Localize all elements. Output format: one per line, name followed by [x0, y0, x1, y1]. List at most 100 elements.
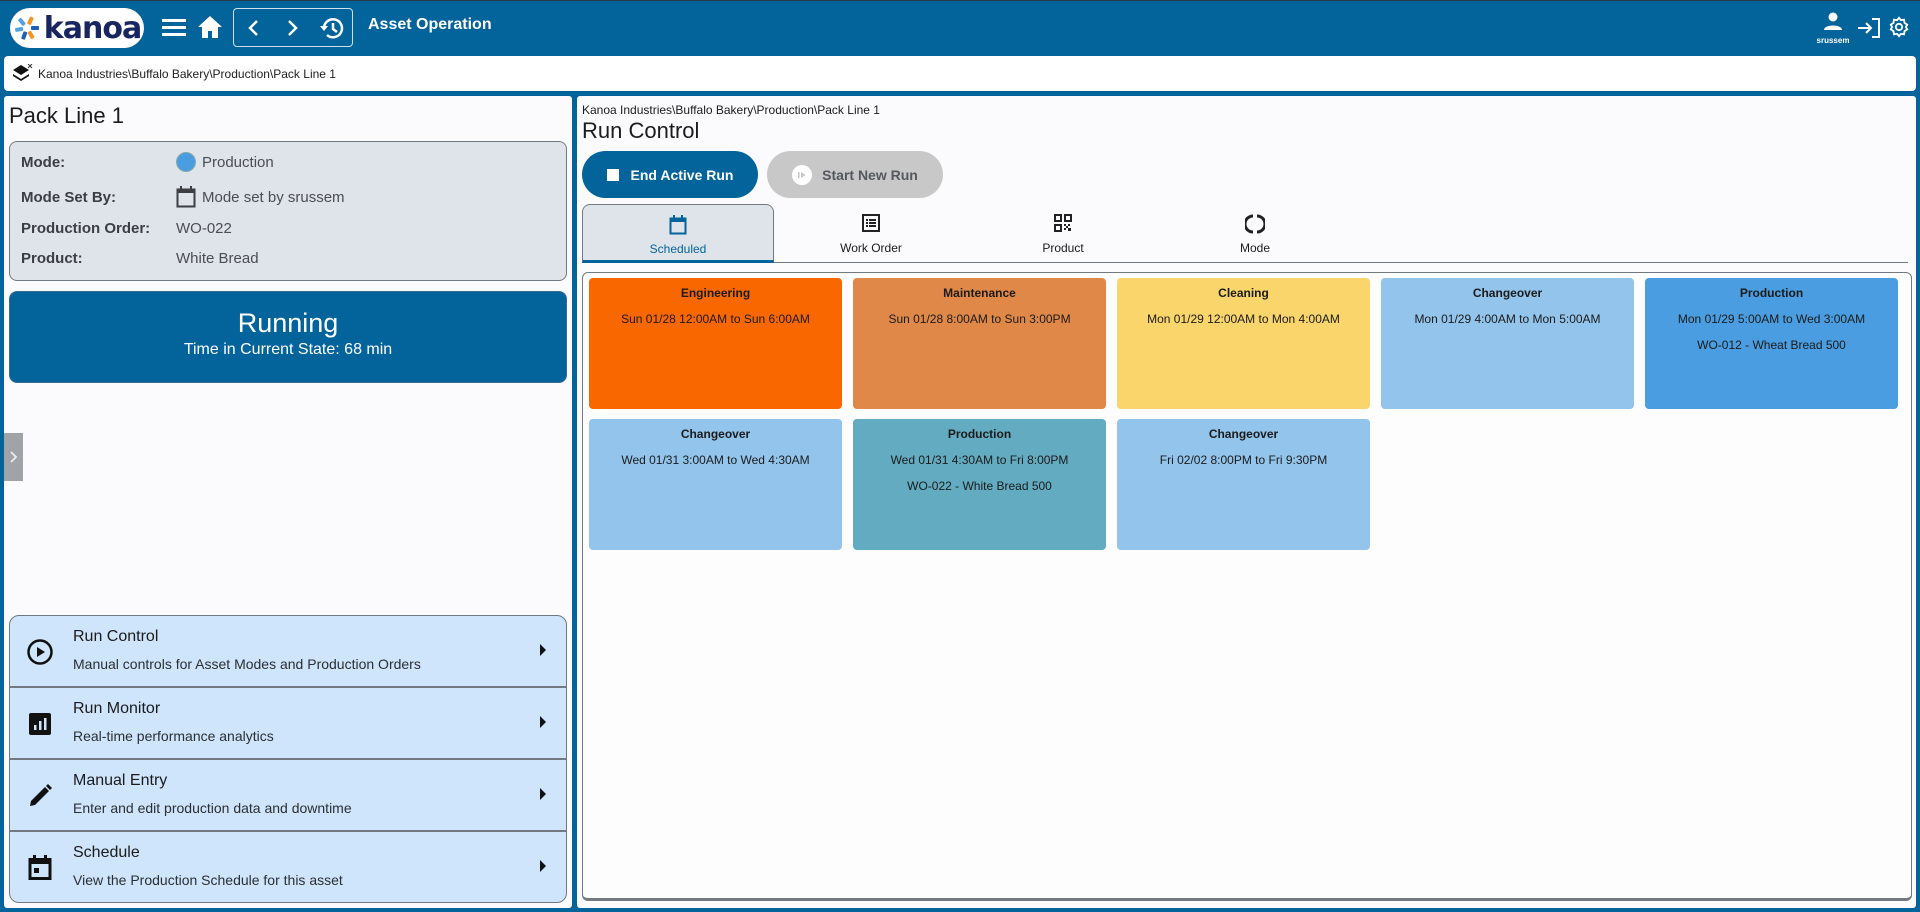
- tab-label: Product: [1042, 241, 1084, 255]
- info-label: Production Order:: [21, 220, 151, 237]
- state-label: Running: [237, 308, 339, 338]
- menu-item-title: Schedule: [73, 844, 140, 861]
- tab-product[interactable]: Product: [967, 204, 1159, 263]
- info-row-product: Product: White Bread: [21, 250, 259, 267]
- schedule-block-order: WO-012 - Wheat Bread 500: [1697, 338, 1846, 352]
- settings-button[interactable]: [1886, 14, 1912, 40]
- schedule-block-title: Maintenance: [943, 286, 1016, 300]
- schedule-block-time: Mon 01/29 12:00AM to Mon 4:00AM: [1147, 312, 1340, 326]
- top-bar: kanoa Asset Operation srussem: [0, 0, 1920, 54]
- menu-item-manual-entry[interactable]: Manual Entry Enter and edit production d…: [10, 760, 566, 832]
- menu-button[interactable]: [160, 13, 188, 41]
- schedule-block-time: Sun 01/28 12:00AM to Sun 6:00AM: [621, 312, 810, 326]
- back-button[interactable]: [242, 17, 264, 39]
- schedule-block-title: Engineering: [680, 286, 751, 300]
- mode-circle-icon: [1245, 214, 1265, 234]
- menu-item-title: Run Monitor: [73, 700, 161, 717]
- breadcrumb[interactable]: Kanoa Industries\Buffalo Bakery\Producti…: [38, 67, 336, 81]
- tab-mode[interactable]: Mode: [1159, 204, 1351, 263]
- menu-icon: [162, 19, 186, 36]
- schedule-block-maintenance[interactable]: Maintenance Sun 01/28 8:00AM to Sun 3:00P…: [853, 278, 1106, 409]
- calendar-icon: [28, 855, 52, 880]
- history-button[interactable]: [318, 14, 346, 42]
- navigation-group: [233, 8, 353, 47]
- mode-dot-icon: [176, 152, 196, 172]
- app-title: Asset Operation: [368, 16, 492, 33]
- info-row-mode-set-by: Mode Set By: Mode set by srussem: [21, 186, 345, 208]
- play-circle-icon: [27, 639, 53, 665]
- schedule-block-title: Changeover: [1472, 286, 1543, 300]
- calendar-icon: [176, 186, 196, 208]
- calendar-icon: [669, 215, 687, 235]
- schedule-block-time: Wed 01/31 3:00AM to Wed 4:30AM: [621, 453, 810, 467]
- tab-scheduled[interactable]: Scheduled: [582, 204, 774, 263]
- schedule-block-title: Production: [947, 427, 1012, 441]
- analytics-icon: [29, 713, 51, 735]
- schedule-block-time: Wed 01/31 4:30AM to Fri 8:00PM: [890, 453, 1069, 467]
- asset-title: Pack Line 1: [9, 103, 124, 128]
- settings-icon: [1889, 16, 1909, 38]
- info-value: WO-022: [176, 220, 232, 237]
- back-icon: [248, 20, 258, 36]
- schedule-block-time: Sun 01/28 8:00AM to Sun 3:00PM: [888, 312, 1071, 326]
- arrow-right-icon: [540, 788, 546, 800]
- info-value: Mode set by srussem: [202, 188, 345, 206]
- schedule-block-time: Mon 01/29 5:00AM to Wed 3:00AM: [1677, 312, 1866, 326]
- schedule-block-production[interactable]: Production Mon 01/29 5:00AM to Wed 3:00AM…: [1645, 278, 1898, 409]
- schedule-block-title: Changeover: [680, 427, 751, 441]
- forward-button[interactable]: [282, 17, 304, 39]
- end-active-run-button[interactable]: End Active Run: [582, 151, 758, 198]
- navigation-menu: Run Control Manual controls for Asset Mo…: [9, 615, 567, 903]
- tab-work-order[interactable]: Work Order: [775, 204, 967, 263]
- schedule-block-cleaning[interactable]: Cleaning Mon 01/29 12:00AM to Mon 4:00AM: [1117, 278, 1370, 409]
- asset-panel: Pack Line 1 Mode: Production Mode Set By…: [4, 96, 572, 908]
- start-new-run-label: Start New Run: [822, 166, 918, 183]
- layers-icon[interactable]: [12, 63, 34, 84]
- menu-item-subtitle: Real-time performance analytics: [73, 728, 274, 744]
- menu-item-run-control[interactable]: Run Control Manual controls for Asset Mo…: [10, 616, 566, 688]
- schedule-block-changeover[interactable]: Changeover Mon 01/29 4:00AM to Mon 5:00AM: [1381, 278, 1634, 409]
- schedule-block-changeover[interactable]: Changeover Wed 01/31 3:00AM to Wed 4:30AM: [589, 419, 842, 550]
- schedule-block-title: Changeover: [1208, 427, 1279, 441]
- menu-item-title: Manual Entry: [73, 772, 168, 789]
- kanoa-logo[interactable]: kanoa: [10, 8, 144, 48]
- qr-code-icon: [1054, 214, 1072, 232]
- menu-item-schedule[interactable]: Schedule View the Production Schedule fo…: [10, 832, 566, 902]
- schedule-block-engineering[interactable]: Engineering Sun 01/28 12:00AM to Sun 6:00…: [589, 278, 842, 409]
- state-card: Running Time in Current State: 68 min: [9, 291, 567, 383]
- home-icon: [198, 16, 222, 38]
- drawer-toggle[interactable]: [4, 433, 23, 481]
- schedule-block-title: Cleaning: [1218, 286, 1269, 300]
- user-menu[interactable]: srussem: [1812, 11, 1854, 45]
- start-new-run-button[interactable]: Start New Run: [767, 151, 943, 198]
- panel-title: Run Control: [582, 118, 700, 143]
- pencil-icon: [30, 784, 52, 806]
- asset-info-card: Mode: Production Mode Set By: Mode set b…: [9, 141, 567, 281]
- schedule-block-time: Mon 01/29 4:00AM to Mon 5:00AM: [1414, 312, 1601, 326]
- tab-label: Scheduled: [649, 242, 707, 256]
- history-icon: [320, 18, 344, 39]
- info-row-mode: Mode: Production: [21, 152, 274, 172]
- menu-item-title: Run Control: [73, 628, 159, 645]
- arrow-right-icon: [540, 716, 546, 728]
- info-label: Mode:: [21, 153, 66, 171]
- info-value: White Bread: [176, 250, 259, 267]
- info-label: Product:: [21, 250, 83, 267]
- info-label: Mode Set By:: [21, 188, 117, 206]
- tab-bar: Scheduled Work Order Product Mode: [582, 204, 1908, 263]
- logout-icon: [1858, 18, 1880, 38]
- breadcrumb-bar: Kanoa Industries\Buffalo Bakery\Producti…: [4, 56, 1916, 91]
- schedule-block-time: Fri 02/02 8:00PM to Fri 9:30PM: [1159, 453, 1328, 467]
- tab-label: Mode: [1239, 241, 1271, 255]
- arrow-right-icon: [540, 860, 546, 872]
- home-button[interactable]: [196, 12, 224, 42]
- chevron-right-icon: [9, 451, 17, 463]
- schedule-block-production[interactable]: Production Wed 01/31 4:30AM to Fri 8:00PM…: [853, 419, 1106, 550]
- play-icon: [792, 164, 813, 185]
- kanoa-logo-text: kanoa: [43, 10, 142, 46]
- stop-icon: [606, 168, 619, 181]
- logout-button[interactable]: [1856, 15, 1882, 41]
- schedule-block-changeover[interactable]: Changeover Fri 02/02 8:00PM to Fri 9:30PM: [1117, 419, 1370, 550]
- menu-item-subtitle: Enter and edit production data and downt…: [73, 800, 352, 816]
- menu-item-run-monitor[interactable]: Run Monitor Real-time performance analyt…: [10, 688, 566, 760]
